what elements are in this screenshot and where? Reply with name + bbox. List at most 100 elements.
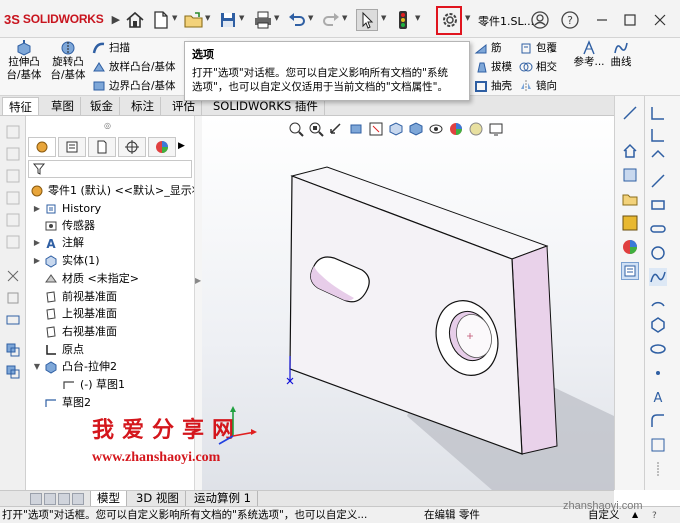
custom-properties-icon[interactable]: [621, 262, 639, 280]
tree-item-origin[interactable]: 原点: [32, 341, 84, 358]
new-dropdown-icon[interactable]: ▼: [172, 14, 177, 22]
circle-icon[interactable]: [649, 244, 667, 262]
spline-icon[interactable]: [649, 268, 667, 286]
toolbar-icon-11[interactable]: [5, 364, 21, 380]
help-icon[interactable]: ?: [560, 10, 580, 30]
previous-tab-button[interactable]: [44, 493, 56, 505]
rebuild-traffic-light-icon[interactable]: [392, 9, 414, 31]
zoom-to-area-icon[interactable]: [308, 121, 324, 137]
rectangle-icon[interactable]: [649, 196, 667, 214]
line-icon[interactable]: [649, 172, 667, 190]
zoom-to-fit-icon[interactable]: [288, 121, 304, 137]
close-icon[interactable]: [650, 10, 670, 30]
print-icon[interactable]: [252, 9, 274, 31]
slot-icon[interactable]: [649, 220, 667, 238]
expand-icon[interactable]: ▶: [32, 234, 42, 251]
3d-sketch-icon[interactable]: [649, 436, 667, 454]
account-icon[interactable]: [530, 10, 550, 30]
tab-sheet-metal[interactable]: 钣金: [84, 97, 120, 115]
options-dropdown-icon[interactable]: ▼: [465, 14, 470, 22]
tree-item-sensors[interactable]: 传感器: [32, 217, 95, 234]
intersect-button[interactable]: 相交: [519, 59, 557, 74]
home-view-icon[interactable]: [621, 142, 639, 160]
rebuild-dropdown-icon[interactable]: ▼: [415, 14, 420, 22]
solidworks-logo[interactable]: 3S SOLIDWORKS ▶: [4, 10, 120, 28]
tab-motion-study-1[interactable]: 运动算例 1: [188, 491, 258, 507]
tree-item-top-plane[interactable]: 上视基准面: [32, 305, 117, 322]
tree-root-part[interactable]: 零件1 (默认) <<默认>_显示状: [30, 182, 203, 199]
mirror-button[interactable]: 镜向: [519, 78, 557, 93]
tree-item-solid-bodies[interactable]: ▶ 实体(1): [32, 252, 100, 269]
view-palette-icon[interactable]: [621, 214, 639, 232]
revolve-boss-button[interactable]: 旋转凸 台/基体: [48, 40, 88, 82]
appearances-icon[interactable]: [621, 238, 639, 256]
loft-button[interactable]: 放样凸台/基体: [92, 59, 176, 74]
tab-3d-views[interactable]: 3D 视图: [130, 491, 186, 507]
redo-dropdown-icon[interactable]: ▼: [342, 14, 347, 22]
configuration-manager-tab[interactable]: [88, 137, 116, 157]
toolbar-icon-2[interactable]: [5, 146, 21, 162]
next-tab-button[interactable]: [58, 493, 70, 505]
expand-icon[interactable]: ▶: [32, 252, 42, 269]
polygon-icon[interactable]: [649, 316, 667, 334]
tab-markup[interactable]: 标注: [125, 97, 161, 115]
section-view-icon[interactable]: [348, 121, 364, 137]
sweep-button[interactable]: 扫描: [92, 40, 130, 55]
ellipse-icon[interactable]: [649, 340, 667, 358]
boundary-button[interactable]: 边界凸台/基体: [92, 78, 176, 93]
reference-geometry-button[interactable]: 参考...: [572, 40, 606, 69]
toolbar-icon-10[interactable]: [5, 342, 21, 358]
redo-icon[interactable]: [320, 9, 342, 31]
minimize-icon[interactable]: [592, 10, 612, 30]
arc-icon[interactable]: [649, 292, 667, 310]
sketch-tool-icon-2[interactable]: [649, 126, 667, 144]
first-tab-button[interactable]: [30, 493, 42, 505]
apply-scene-icon[interactable]: [468, 121, 484, 137]
display-manager-tab[interactable]: [148, 137, 176, 157]
tabs-scroll-right-icon[interactable]: ▶: [178, 141, 185, 151]
undo-icon[interactable]: [286, 9, 308, 31]
sketch-mirror-icon[interactable]: [649, 460, 667, 478]
view-settings-icon[interactable]: [488, 121, 504, 137]
file-explorer-icon[interactable]: [621, 190, 639, 208]
tree-item-annotations[interactable]: ▶ A 注解: [32, 234, 84, 251]
print-dropdown-icon[interactable]: ▼: [274, 14, 279, 22]
toolbar-icon-7[interactable]: [5, 268, 21, 284]
tree-item-front-plane[interactable]: 前视基准面: [32, 288, 117, 305]
select-dropdown-icon[interactable]: ▼: [381, 14, 386, 22]
rib-button[interactable]: 筋: [474, 40, 502, 55]
hide-show-items-icon[interactable]: [428, 121, 444, 137]
graphics-viewport[interactable]: [202, 116, 614, 490]
save-icon[interactable]: [217, 9, 239, 31]
toolbar-icon-8[interactable]: [5, 290, 21, 306]
dimxpert-tab[interactable]: [118, 137, 146, 157]
open-folder-icon[interactable]: [183, 9, 205, 31]
tree-item-boss-extrude2[interactable]: ▼ 凸台-拉伸2: [32, 358, 117, 375]
tree-item-history[interactable]: ▶ History: [32, 200, 101, 217]
help-status-icon[interactable]: ?: [652, 508, 657, 524]
tab-sketch[interactable]: 草图: [45, 97, 81, 115]
sketch-fillet-icon[interactable]: [649, 412, 667, 430]
feature-tree-tab[interactable]: [28, 137, 56, 157]
toolbar-icon-9[interactable]: [5, 312, 21, 328]
shell-button[interactable]: 抽壳: [474, 78, 512, 93]
tree-item-material[interactable]: 材质 <未指定>: [32, 270, 139, 287]
last-tab-button[interactable]: [72, 493, 84, 505]
maximize-icon[interactable]: [620, 10, 640, 30]
text-tool-icon[interactable]: A: [649, 388, 667, 406]
undo-dropdown-icon[interactable]: ▼: [308, 14, 313, 22]
new-document-icon[interactable]: [150, 9, 172, 31]
extrude-boss-button[interactable]: 拉伸凸 台/基体: [4, 40, 44, 82]
sketch-tool-icon-3[interactable]: [649, 148, 667, 166]
select-cursor-icon[interactable]: [356, 9, 378, 31]
line-tool-icon[interactable]: [621, 104, 639, 122]
collapse-panel-icon[interactable]: ▶: [195, 276, 201, 285]
panel-grip-icon[interactable]: ◎: [104, 121, 111, 130]
toolbar-icon-5[interactable]: [5, 212, 21, 228]
wrap-button[interactable]: 包覆: [519, 40, 557, 55]
3d-part-icon[interactable]: [621, 166, 639, 184]
sketch-tool-icon-1[interactable]: [649, 104, 667, 122]
previous-view-icon[interactable]: [328, 121, 344, 137]
toolbar-icon-6[interactable]: [5, 234, 21, 250]
edit-appearance-icon[interactable]: [448, 121, 464, 137]
